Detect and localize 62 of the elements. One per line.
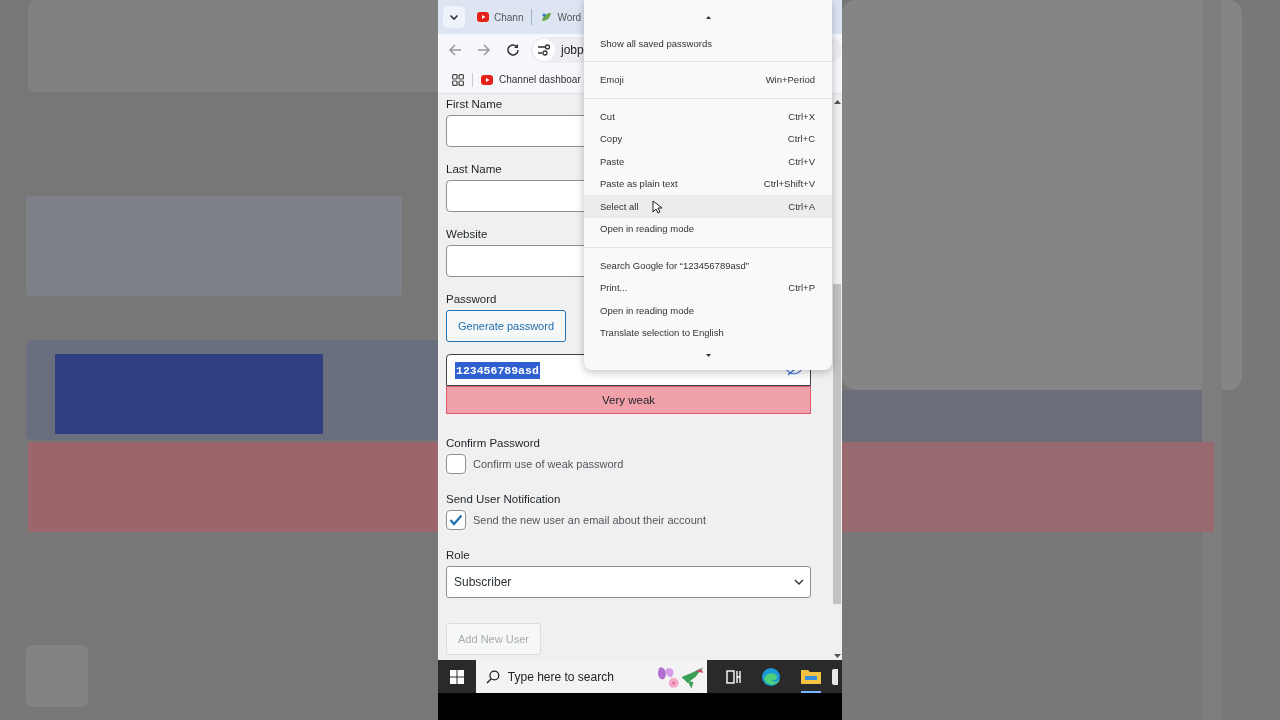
shortcut-text: Ctrl+Shift+V [763, 178, 815, 190]
bookmark-item[interactable]: Channel dashboar [481, 73, 581, 86]
leaf-icon [540, 11, 553, 23]
menu-item[interactable]: Open in reading mode [584, 299, 832, 322]
menu-item[interactable]: Emoji Win+Period [584, 68, 832, 91]
field-label: Role [446, 548, 470, 562]
browser-tab[interactable]: Word [540, 11, 582, 23]
search-icon [486, 669, 500, 684]
menu-item[interactable]: Copy Ctrl+C [584, 127, 832, 150]
scrollbar-thumb[interactable] [833, 284, 841, 604]
menu-item[interactable]: Paste Ctrl+V [584, 150, 832, 173]
role-dropdown[interactable]: Subscriber [446, 566, 811, 598]
scroll-up-icon [833, 100, 841, 104]
taskbar-search-bar[interactable]: Type here to search [476, 660, 707, 693]
field-label: Password [446, 292, 497, 306]
reload-icon[interactable] [506, 43, 520, 57]
shortcut-text: Ctrl+P [788, 282, 815, 294]
shortcut-text: Ctrl+C [787, 133, 815, 145]
menu-item[interactable]: Show all saved passwords [584, 32, 832, 55]
forward-arrow-icon[interactable] [477, 43, 491, 57]
checkbox-label: Confirm use of weak password [473, 458, 624, 470]
video-play-icon [477, 11, 489, 23]
field-label: Last Name [446, 162, 502, 176]
url-text: jobp [561, 43, 584, 57]
scroll-up-icon[interactable] [705, 15, 711, 19]
mouse-pointer-icon [652, 200, 662, 214]
scroll-down-icon [833, 654, 841, 658]
browser-tab[interactable]: Chann [477, 11, 524, 23]
scroll-down-icon[interactable] [705, 353, 711, 357]
task-view-icon[interactable] [726, 669, 742, 684]
app-icon[interactable] [832, 668, 838, 685]
search-input[interactable]: Type here to search [507, 669, 640, 684]
shortcut-text: Ctrl+V [788, 155, 815, 167]
menu-item[interactable]: Paste as plain text Ctrl+Shift+V [584, 172, 832, 195]
field-label: Confirm Password [446, 436, 540, 450]
checkbox[interactable] [446, 510, 466, 530]
globe-swirl-icon[interactable] [761, 666, 781, 687]
menu-item[interactable]: Translate selection to English [584, 321, 832, 344]
shortcut-text: Win+Period [765, 74, 815, 86]
video-play-icon [481, 73, 493, 86]
checkbox[interactable] [446, 454, 466, 474]
field-label: First Name [446, 97, 503, 111]
field-label: Send User Notification [446, 492, 561, 506]
apps-grid-icon[interactable] [452, 73, 464, 86]
menu-item[interactable]: Cut Ctrl+X [584, 105, 832, 128]
back-arrow-icon[interactable] [448, 43, 462, 57]
shortcut-text: Ctrl+A [788, 200, 815, 212]
menu-item[interactable]: Open in reading mode [584, 217, 832, 240]
chevron-down-icon[interactable] [443, 6, 465, 28]
menu-item[interactable]: Print... Ctrl+P [584, 276, 832, 299]
generate-password-button[interactable]: Generate password [446, 310, 566, 342]
field-label: Website [446, 227, 488, 241]
chevron-down-icon [794, 579, 804, 585]
checkbox-label: Send the new user an email about their account [473, 514, 706, 526]
menu-item[interactable]: Search Google for “123456789asd” [584, 254, 832, 277]
shortcut-text: Ctrl+X [788, 110, 815, 122]
tune-icon[interactable] [533, 39, 555, 61]
checkmark-icon [449, 514, 463, 526]
folder-icon[interactable] [801, 667, 821, 684]
menu-item[interactable]: Select all Ctrl+A [584, 195, 832, 218]
password-strength-meter: Very weak [446, 386, 811, 414]
windows-logo-icon[interactable] [450, 669, 464, 684]
